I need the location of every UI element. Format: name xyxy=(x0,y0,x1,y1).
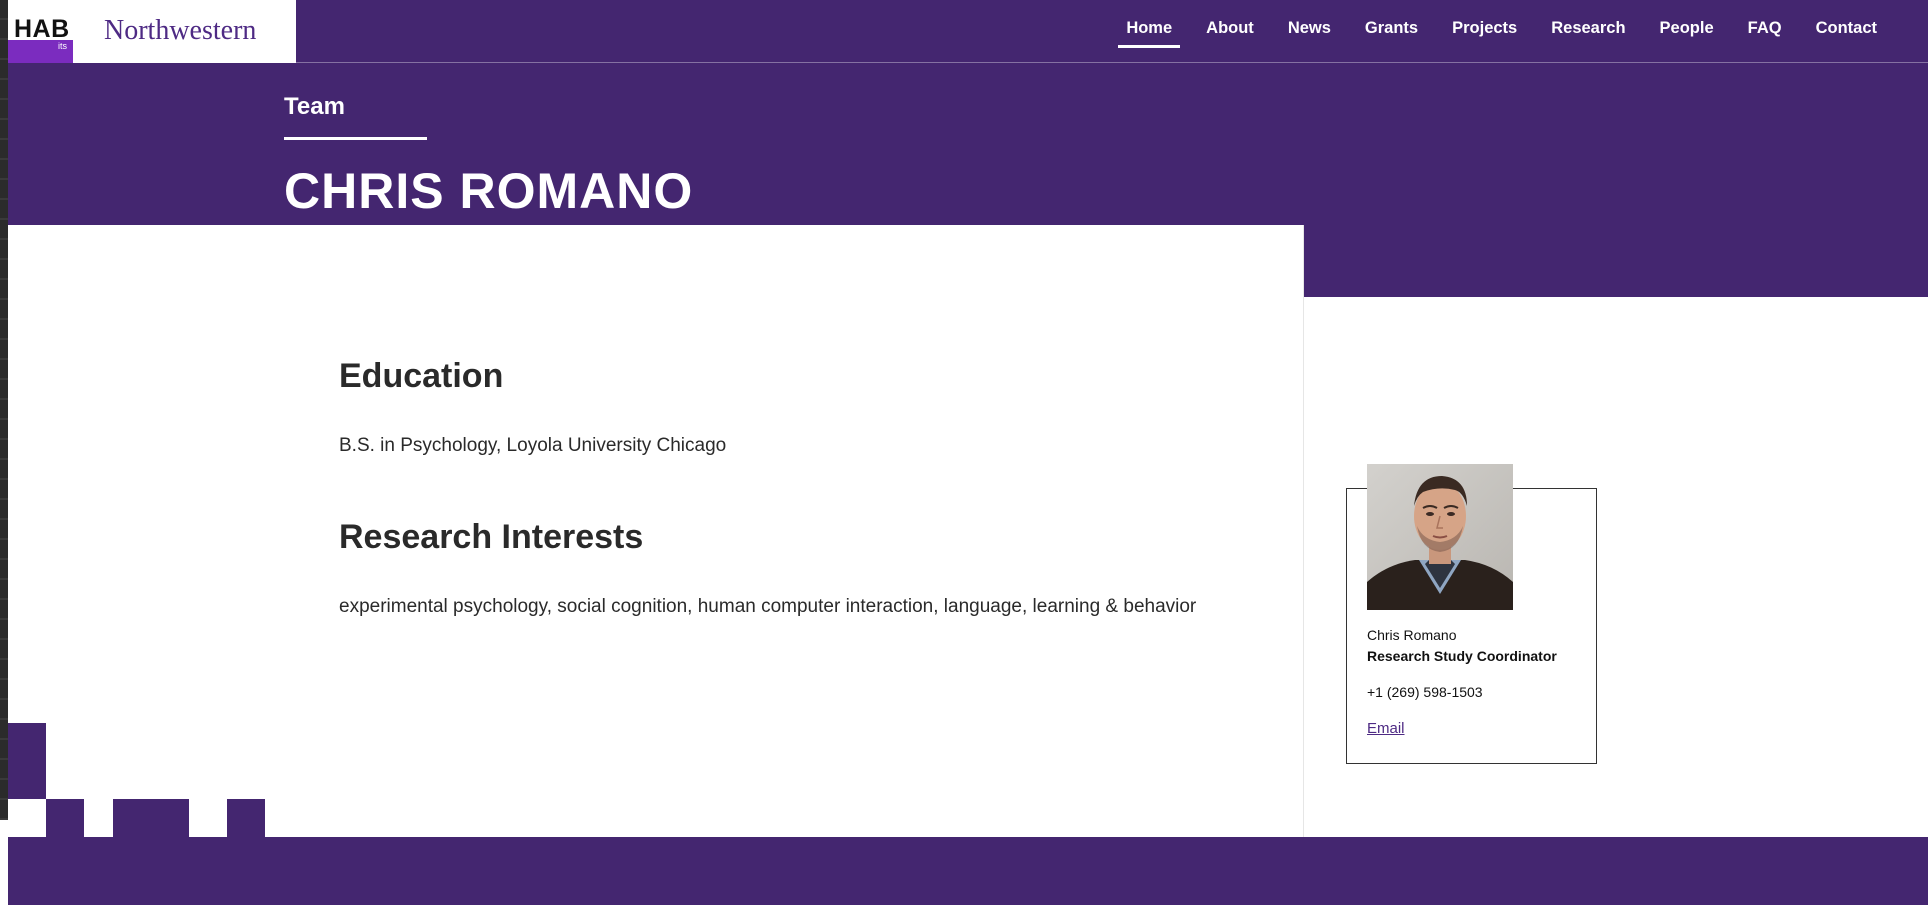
site-header: HAB its Northwestern Home About News Gra… xyxy=(8,0,1928,63)
page: HAB its Northwestern Home About News Gra… xyxy=(0,0,1928,905)
profile-photo xyxy=(1367,464,1513,610)
breadcrumb-underline xyxy=(284,137,427,140)
page-title: CHRIS ROMANO xyxy=(284,163,694,219)
research-interests-heading: Research Interests xyxy=(339,518,644,556)
email-link[interactable]: Email xyxy=(1367,720,1405,738)
hero-right-extension xyxy=(1304,225,1928,297)
left-edge-strip xyxy=(0,0,8,820)
brand-logo[interactable]: HAB its Northwestern xyxy=(8,0,296,63)
nav-grants[interactable]: Grants xyxy=(1348,0,1435,56)
nav-projects[interactable]: Projects xyxy=(1435,0,1534,56)
site-footer xyxy=(8,837,1928,905)
decor-square xyxy=(113,799,189,837)
breadcrumb-team[interactable]: Team xyxy=(284,93,345,121)
card-role: Research Study Coordinator xyxy=(1367,648,1557,664)
nav-contact[interactable]: Contact xyxy=(1799,0,1894,56)
card-name: Chris Romano xyxy=(1367,627,1457,643)
main-content: Education B.S. in Psychology, Loyola Uni… xyxy=(8,225,1304,837)
education-text: B.S. in Psychology, Loyola University Ch… xyxy=(339,435,727,456)
hab-logo-text: HAB xyxy=(14,15,70,43)
nav-about[interactable]: About xyxy=(1189,0,1271,56)
decor-square xyxy=(46,799,84,837)
education-heading: Education xyxy=(339,357,504,395)
its-label: its xyxy=(58,41,67,51)
card-phone[interactable]: +1 (269) 598-1503 xyxy=(1367,683,1483,701)
decor-square xyxy=(227,799,265,837)
hero-banner: Team CHRIS ROMANO xyxy=(8,63,1928,225)
nav-news[interactable]: News xyxy=(1271,0,1348,56)
nav-faq[interactable]: FAQ xyxy=(1731,0,1799,56)
main-nav: Home About News Grants Projects Research… xyxy=(1109,0,1894,56)
nav-people[interactable]: People xyxy=(1643,0,1731,56)
nav-research[interactable]: Research xyxy=(1534,0,1642,56)
its-badge: its xyxy=(8,40,73,63)
decor-square xyxy=(8,723,46,799)
portrait-image xyxy=(1367,464,1513,610)
nav-home[interactable]: Home xyxy=(1109,0,1189,56)
research-interests-text: experimental psychology, social cognitio… xyxy=(339,596,1197,617)
northwestern-wordmark: Northwestern xyxy=(104,15,257,46)
